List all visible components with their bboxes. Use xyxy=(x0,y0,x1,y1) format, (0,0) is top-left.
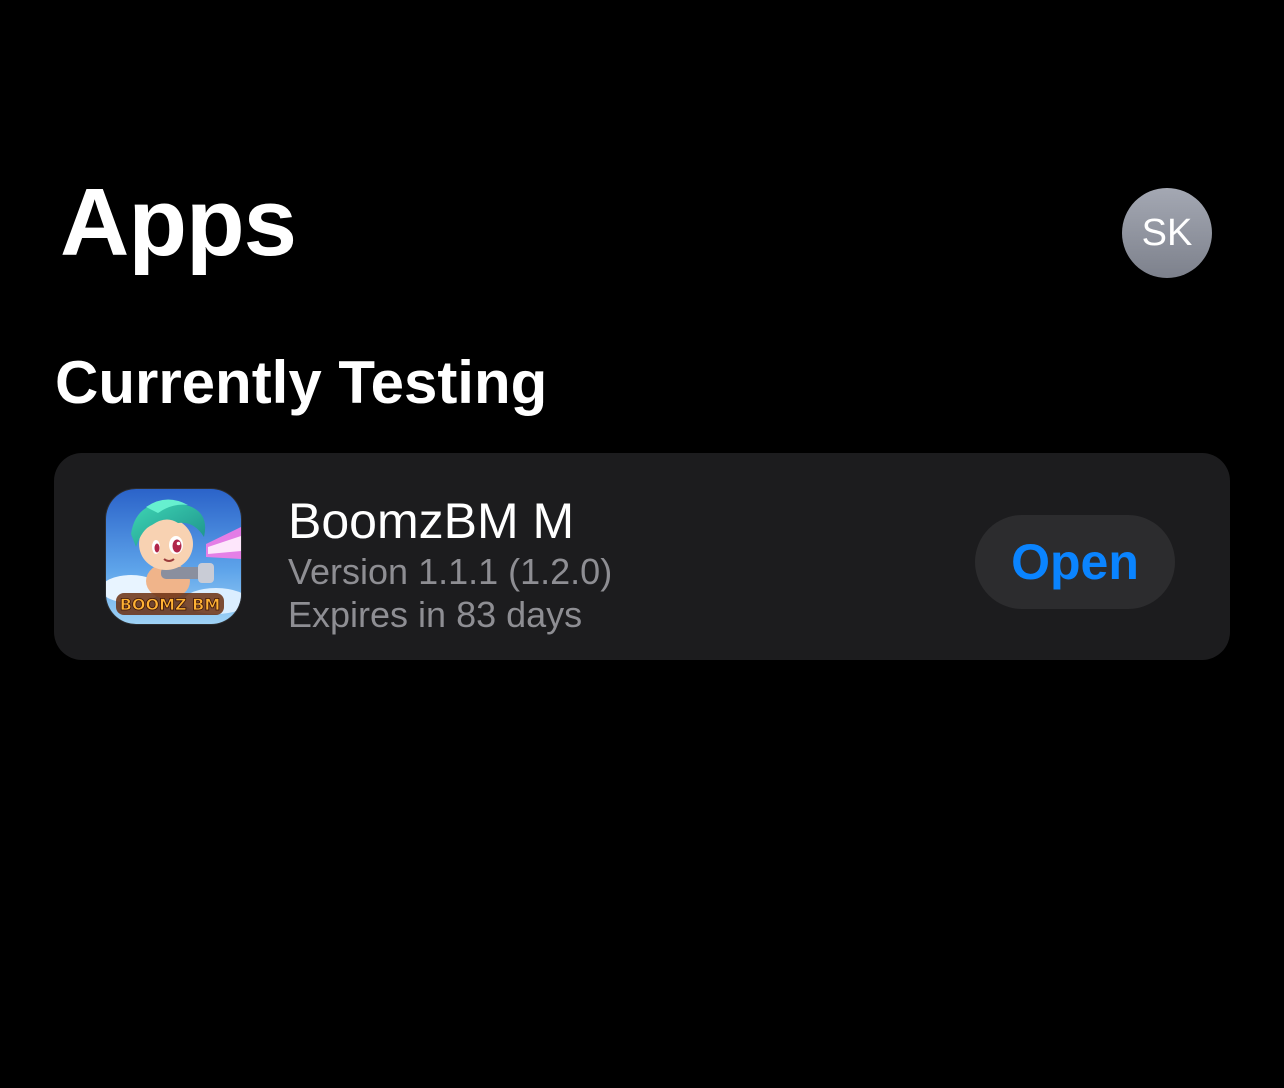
app-expiry: Expires in 83 days xyxy=(288,594,583,635)
avatar-initials: SK xyxy=(1141,211,1193,254)
boomz-bm-app-icon: BOOMZ BM xyxy=(106,489,241,624)
account-avatar[interactable]: SK xyxy=(1122,188,1212,278)
apps-screen: Apps SK Currently Testing BOOMZ BM Boomz… xyxy=(0,0,1284,1088)
app-card[interactable]: BOOMZ BM BoomzBM M Version 1.1.1 (1.2.0)… xyxy=(54,453,1230,660)
page-title: Apps xyxy=(60,169,297,276)
svg-text:BOOMZ BM: BOOMZ BM xyxy=(120,595,221,614)
open-button[interactable]: Open xyxy=(975,515,1175,609)
open-button-label: Open xyxy=(1011,534,1139,590)
app-name: BoomzBM M xyxy=(288,493,575,549)
section-title-currently-testing: Currently Testing xyxy=(55,349,548,416)
app-version: Version 1.1.1 (1.2.0) xyxy=(288,551,613,592)
